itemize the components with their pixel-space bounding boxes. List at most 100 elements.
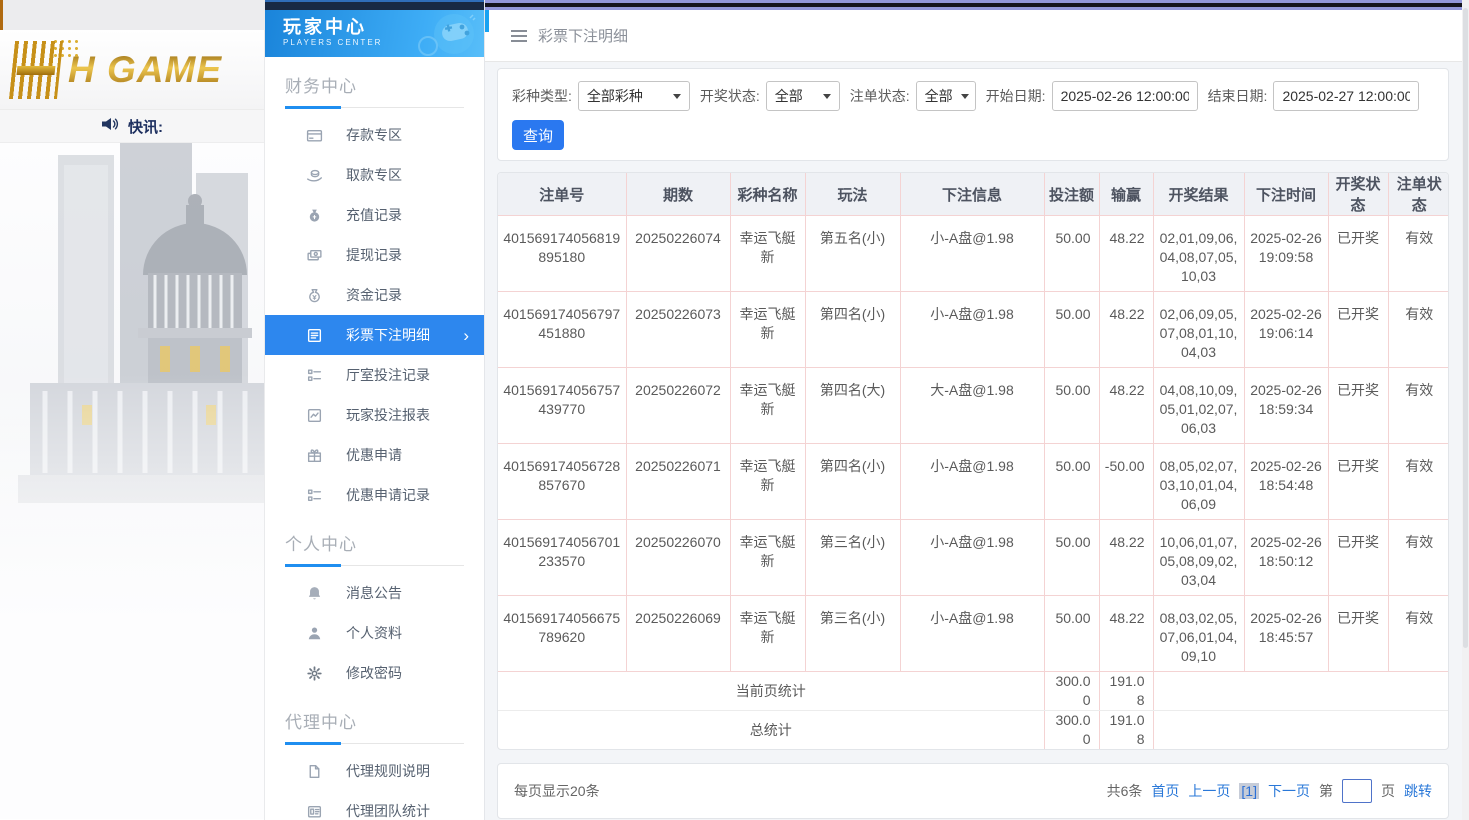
- sidebar-item-lottery-bet-details[interactable]: 彩票下注明细 ›: [265, 315, 484, 355]
- table-header-cell: 期数: [626, 173, 730, 216]
- jump-action-link[interactable]: 跳转: [1404, 781, 1432, 801]
- bet-status-select[interactable]: 全部: [916, 81, 976, 111]
- sidebar-item-fund-records[interactable]: 资金记录: [265, 275, 484, 315]
- caret-down-icon: [961, 94, 969, 99]
- sidebar-item-deposit-zone[interactable]: 存款专区: [265, 115, 484, 155]
- lottery-type-value: 全部彩种: [587, 86, 643, 106]
- table-header-cell: 玩法: [805, 173, 900, 216]
- cell-bet-id: 401569174056675789620: [498, 596, 626, 672]
- sidebar-item-label: 代理规则说明: [346, 761, 430, 781]
- hamburger-menu-icon[interactable]: [511, 30, 527, 42]
- table-row: 401569174056701233570 20250226070 幸运飞艇新 …: [498, 520, 1449, 596]
- caret-down-icon: [673, 94, 681, 99]
- table-header-row: 注单号期数彩种名称玩法下注信息投注额输赢开奖结果下注时间开奖状态注单状态: [498, 173, 1449, 216]
- page-size-text: 每页显示20条: [514, 781, 600, 801]
- left-background-panel: H GAME 快讯:: [0, 0, 264, 820]
- sidebar-item-agent-rules[interactable]: 代理规则说明: [265, 751, 484, 791]
- bet-list-icon: [306, 327, 323, 344]
- menu-finance: 存款专区 取款专区 充值记录 提现记录 资金记录 彩票下注明细 ›: [265, 115, 484, 515]
- cell-win-loss: 48.22: [1099, 520, 1153, 596]
- sidebar-item-withdraw-zone[interactable]: 取款专区: [265, 155, 484, 195]
- total-count-text: 共6条: [1107, 781, 1143, 801]
- table-row: 401569174056819895180 20250226074 幸运飞艇新 …: [498, 216, 1449, 292]
- draw-status-value: 全部: [775, 86, 803, 106]
- cell-play: 第三名(小): [805, 520, 900, 596]
- money-bag-icon: [306, 207, 323, 224]
- cell-play: 第五名(小): [805, 216, 900, 292]
- sidebar-item-promo-apply-records[interactable]: 优惠申请记录: [265, 475, 484, 515]
- cell-draw-result: 08,05,02,07,03,10,01,04,06,09: [1153, 444, 1244, 520]
- draw-status-select[interactable]: 全部: [766, 81, 840, 111]
- sidebar-item-agent-team-stats[interactable]: 代理团队统计: [265, 791, 484, 820]
- sidebar-item-recharge-records[interactable]: 充值记录: [265, 195, 484, 235]
- end-date-input[interactable]: [1273, 81, 1419, 111]
- draw-status-label: 开奖状态:: [700, 86, 760, 106]
- sidebar-item-label: 优惠申请记录: [346, 485, 430, 505]
- table-row: 401569174056728857670 20250226071 幸运飞艇新 …: [498, 444, 1449, 520]
- table-header-cell: 下注时间: [1244, 173, 1328, 216]
- sidebar-item-hall-bet-records[interactable]: 厅室投注记录: [265, 355, 484, 395]
- table-header-cell: 开奖状态: [1328, 173, 1388, 216]
- scrollbar-thumb[interactable]: [1463, 8, 1468, 648]
- cell-bet-id: 401569174056701233570: [498, 520, 626, 596]
- cell-draw-result: 08,03,02,05,07,06,01,04,09,10: [1153, 596, 1244, 672]
- sidebar-item-change-password[interactable]: 修改密码: [265, 653, 484, 693]
- bet-details-table-card: 注单号期数彩种名称玩法下注信息投注额输赢开奖结果下注时间开奖状态注单状态 401…: [497, 172, 1449, 750]
- bell-icon: [306, 585, 323, 602]
- promo-list-icon: [306, 487, 323, 504]
- table-body: 401569174056819895180 20250226074 幸运飞艇新 …: [498, 216, 1449, 672]
- window-scrollbar[interactable]: [1462, 0, 1469, 820]
- cell-period: 20250226069: [626, 596, 730, 672]
- jump-suffix-text: 页: [1381, 781, 1395, 801]
- table-header-cell: 彩种名称: [730, 173, 805, 216]
- summary-win-loss: 191.08: [1099, 672, 1153, 711]
- cell-bet-time: 2025-02-26 18:54:48: [1244, 444, 1328, 520]
- cell-amount: 50.00: [1044, 520, 1099, 596]
- first-page-link[interactable]: 首页: [1151, 781, 1179, 801]
- sidebar-item-label: 资金记录: [346, 285, 402, 305]
- sidebar-item-player-bet-report[interactable]: 玩家投注报表: [265, 395, 484, 435]
- table-header-cell: 投注额: [1044, 173, 1099, 216]
- cell-win-loss: 48.22: [1099, 216, 1153, 292]
- sidebar-item-withdraw-records[interactable]: 提现记录: [265, 235, 484, 275]
- section-underline: [285, 742, 464, 745]
- next-page-link[interactable]: 下一页: [1268, 781, 1310, 801]
- table-row: 401569174056797451880 20250226073 幸运飞艇新 …: [498, 292, 1449, 368]
- start-date-input[interactable]: [1052, 81, 1198, 111]
- cell-bet-id: 401569174056797451880: [498, 292, 626, 368]
- cell-period: 20250226072: [626, 368, 730, 444]
- start-date-label: 开始日期:: [986, 86, 1046, 106]
- cell-period: 20250226070: [626, 520, 730, 596]
- cell-bet-info: 小-A盘@1.98: [900, 216, 1044, 292]
- sidebar-item-label: 优惠申请: [346, 445, 402, 465]
- search-button[interactable]: 查询: [512, 120, 564, 150]
- current-page-indicator: [1]: [1239, 783, 1259, 799]
- cell-bet-info: 小-A盘@1.98: [900, 596, 1044, 672]
- cell-draw-status: 已开奖: [1328, 292, 1388, 368]
- sidebar-item-personal-profile[interactable]: 个人资料: [265, 613, 484, 653]
- cell-amount: 50.00: [1044, 444, 1099, 520]
- lottery-type-select[interactable]: 全部彩种: [578, 81, 690, 111]
- jump-page-input[interactable]: [1342, 779, 1372, 803]
- left-top-bar: [0, 0, 264, 30]
- table-header-cell: 开奖结果: [1153, 173, 1244, 216]
- sidebar-item-message-announcements[interactable]: 消息公告: [265, 573, 484, 613]
- cell-play: 第四名(大): [805, 368, 900, 444]
- current-page-summary-row: 当前页统计 300.00 191.08: [498, 672, 1449, 711]
- bet-details-table: 注单号期数彩种名称玩法下注信息投注额输赢开奖结果下注时间开奖状态注单状态 401…: [498, 173, 1449, 749]
- news-ticker-bar: 快讯:: [0, 110, 264, 143]
- sidebar-item-promo-apply[interactable]: 优惠申请: [265, 435, 484, 475]
- cell-bet-time: 2025-02-26 18:59:34: [1244, 368, 1328, 444]
- sidebar-item-label: 存款专区: [346, 125, 402, 145]
- cell-lottery-name: 幸运飞艇新: [730, 216, 805, 292]
- prev-page-link[interactable]: 上一页: [1188, 781, 1230, 801]
- table-row: 401569174056675789620 20250226069 幸运飞艇新 …: [498, 596, 1449, 672]
- sidebar-item-label: 充值记录: [346, 205, 402, 225]
- app-window: H GAME 快讯:: [0, 0, 1469, 820]
- sidebar-item-label: 彩票下注明细: [346, 325, 430, 345]
- summary-label: 总统计: [498, 711, 1044, 750]
- cell-win-loss: 48.22: [1099, 596, 1153, 672]
- sidebar-item-label: 玩家投注报表: [346, 405, 430, 425]
- sidebar-item-label: 取款专区: [346, 165, 402, 185]
- section-title-personal: 个人中心: [285, 530, 464, 555]
